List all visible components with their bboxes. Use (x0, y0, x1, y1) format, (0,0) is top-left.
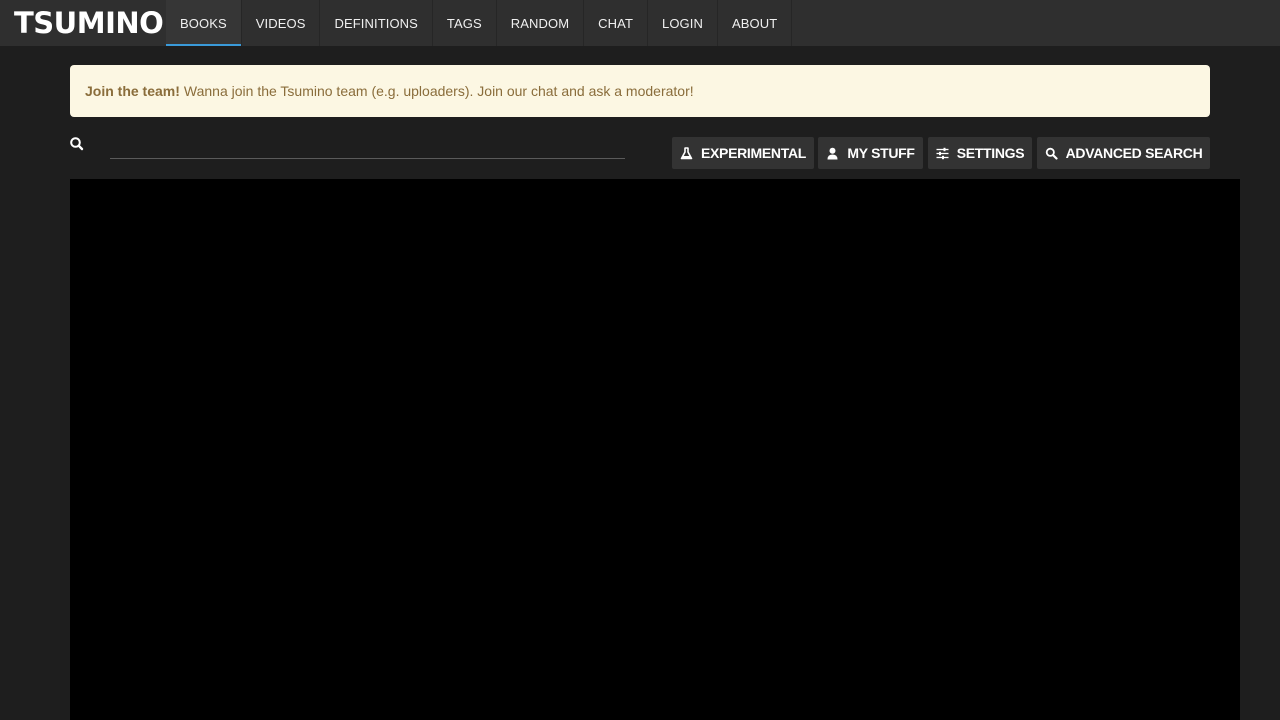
search-icon[interactable] (69, 136, 85, 152)
search-icon (1045, 147, 1058, 160)
experimental-label: EXPERIMENTAL (700, 145, 807, 161)
user-icon (826, 147, 839, 160)
nav-item-books[interactable]: BOOKS (166, 0, 242, 46)
join-team-alert: Join the team! Wanna join the Tsumino te… (70, 65, 1210, 117)
nav-item-chat[interactable]: CHAT (584, 0, 648, 46)
nav-item-tags[interactable]: TAGS (433, 0, 497, 46)
nav-item-about[interactable]: ABOUT (718, 0, 793, 46)
sliders-icon (936, 147, 949, 160)
search-input[interactable] (110, 137, 625, 159)
settings-button[interactable]: SETTINGS (928, 137, 1032, 169)
flask-icon (680, 146, 693, 160)
nav-item-login[interactable]: LOGIN (648, 0, 718, 46)
settings-label: SETTINGS (956, 145, 1025, 161)
nav-item-videos[interactable]: VIDEOS (242, 0, 321, 46)
alert-message: Wanna join the Tsumino team (e.g. upload… (183, 83, 694, 99)
top-navbar: TSUMINO BOOKS VIDEOS DEFINITIONS TAGS RA… (0, 0, 1280, 46)
my-stuff-label: MY STUFF (847, 145, 915, 161)
main-content-area (70, 179, 1240, 720)
nav-item-definitions[interactable]: DEFINITIONS (320, 0, 433, 46)
experimental-button[interactable]: EXPERIMENTAL (672, 137, 814, 169)
my-stuff-button[interactable]: MY STUFF (818, 137, 923, 169)
advanced-search-label: ADVANCED SEARCH (1065, 145, 1203, 161)
nav-menu: BOOKS VIDEOS DEFINITIONS TAGS RANDOM CHA… (166, 0, 793, 46)
site-logo[interactable]: TSUMINO (0, 0, 166, 46)
alert-title: Join the team! (85, 83, 180, 99)
advanced-search-button[interactable]: ADVANCED SEARCH (1037, 137, 1210, 169)
nav-item-random[interactable]: RANDOM (497, 0, 585, 46)
